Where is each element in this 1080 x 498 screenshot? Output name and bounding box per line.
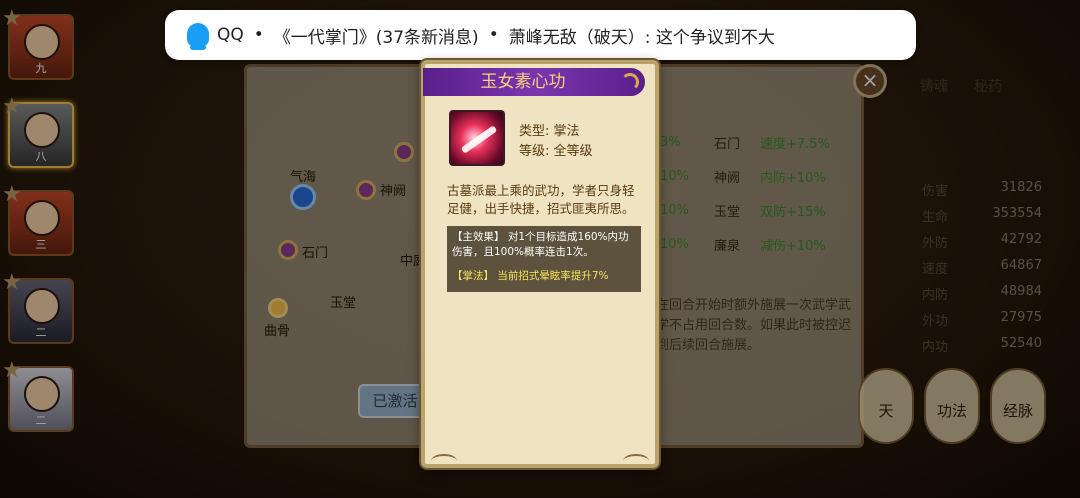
notif-message: 萧峰无敌（破天）: 这个争议到不大 — [508, 27, 775, 48]
notif-separator: • — [253, 25, 264, 45]
popup-title-bar: 玉女素心功 — [423, 68, 645, 96]
sub-effect-box: 【掌法】 当前招式晕眩率提升7% — [447, 262, 641, 292]
corner-ornament — [623, 454, 649, 468]
notif-group: 《一代掌门》(37条新消息) — [273, 27, 479, 48]
skill-title: 玉女素心功 — [480, 72, 566, 92]
skill-level: 等级: 全等级 — [519, 144, 593, 159]
cloud-swirl-icon — [621, 73, 639, 91]
skill-type: 类型: 掌法 — [519, 124, 580, 139]
notif-app-name: QQ — [217, 25, 244, 45]
skill-icon — [449, 110, 505, 166]
qq-notification[interactable]: QQ • 《一代掌门》(37条新消息) • 萧峰无敌（破天）: 这个争议到不大 — [165, 10, 916, 60]
skill-description: 古墓派最上乘的武功，学者只身轻足健，出手快捷，招式匪夷所思。 — [447, 183, 635, 216]
skill-meta: 类型: 掌法 等级: 全等级 — [519, 122, 593, 162]
corner-ornament — [431, 454, 457, 468]
notif-separator: • — [488, 25, 499, 45]
qq-penguin-icon — [187, 23, 209, 50]
main-effect-box: 【主效果】 对1个目标造成160%内功伤害，且100%概率连击1次。 — [447, 226, 641, 264]
skill-popup: 玉女素心功 类型: 掌法 等级: 全等级 古墓派最上乘的武功，学者只身轻足健，出… — [421, 60, 659, 468]
